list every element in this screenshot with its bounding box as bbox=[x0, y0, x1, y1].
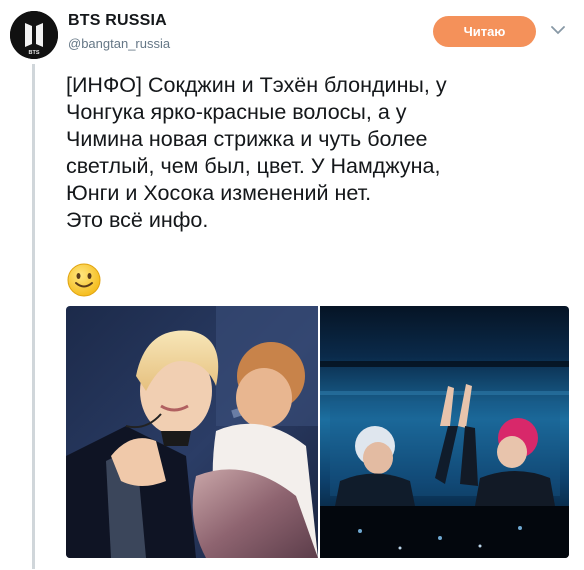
tweet-text-line: [ИНФО] Сокджин и Тэхён блондины, у bbox=[66, 73, 447, 97]
tweet-text-line: светлый, чем был, цвет. У Намджуна, bbox=[66, 154, 441, 178]
smiling-face-emoji-icon bbox=[66, 262, 102, 298]
photo-stage-closeup[interactable] bbox=[66, 306, 318, 558]
avatar-logo-text: BTS bbox=[29, 50, 40, 56]
tweet-card: BTS BTS RUSSIA @bangtan_russia Читаю [ИН… bbox=[0, 0, 584, 570]
tweet-text-line: Чимина новая стрижка и чуть более bbox=[66, 127, 428, 151]
tweet-text: [ИНФО] Сокджин и Тэхён блондины, у Чонгу… bbox=[66, 72, 566, 234]
account-avatar[interactable]: BTS bbox=[10, 11, 58, 59]
chevron-down-icon bbox=[551, 25, 565, 34]
tweet-text-line: Юнги и Хосока изменений нет. bbox=[66, 181, 372, 205]
tweet-text-line: Это всё инфо. bbox=[66, 208, 209, 232]
user-handle[interactable]: @bangtan_russia bbox=[68, 36, 170, 51]
more-options-button[interactable] bbox=[548, 20, 568, 40]
media-gallery bbox=[66, 306, 569, 558]
photo-screen-high-five[interactable] bbox=[320, 306, 569, 558]
thread-line bbox=[32, 64, 35, 569]
tweet-text-line: Чонгука ярко-красные волосы, а у bbox=[66, 100, 407, 124]
bts-logo-icon: BTS bbox=[10, 11, 58, 59]
follow-button[interactable]: Читаю bbox=[433, 16, 536, 47]
display-name[interactable]: BTS RUSSIA bbox=[68, 12, 167, 30]
